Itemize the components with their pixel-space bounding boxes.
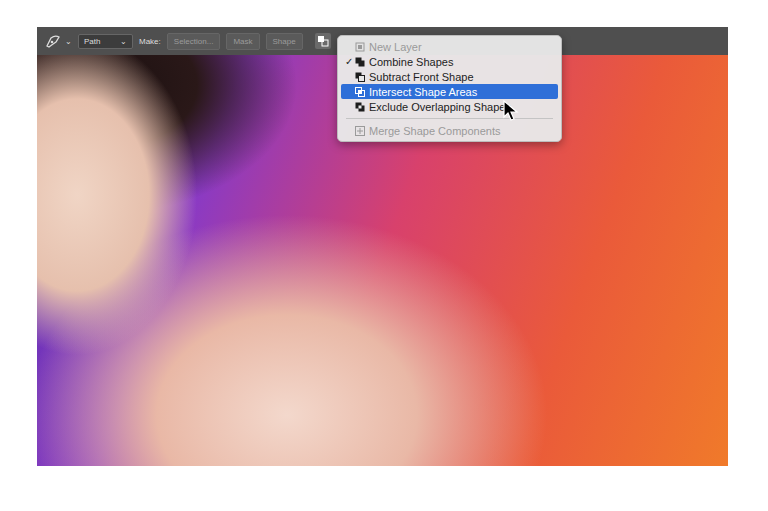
menu-item[interactable]: Exclude Overlapping Shapes <box>341 99 558 114</box>
make-button: Mask <box>226 33 259 50</box>
path-operations-button[interactable] <box>315 33 331 49</box>
mode-arrow: ⌄ <box>120 37 127 46</box>
shape-operation-icon <box>355 57 365 67</box>
shape-operation-icon <box>355 87 365 97</box>
tool-arrow[interactable]: ⌄ <box>65 37 72 46</box>
path-operations-icon <box>317 35 329 47</box>
check-mark: ✓ <box>345 56 355 67</box>
mouse-cursor-icon <box>503 100 519 122</box>
menu-item: New Layer <box>341 39 558 54</box>
mode-value: Path <box>84 37 100 46</box>
shape-operation-icon <box>355 126 365 136</box>
menu-item-label: Combine Shapes <box>369 56 453 68</box>
shape-operation-icon <box>355 72 365 82</box>
pen-icon <box>45 34 61 48</box>
menu-item-label: New Layer <box>369 41 422 53</box>
path-operations-menu: New Layer ✓ Combine Shapes Subtract Front S… <box>337 35 562 142</box>
make-label: Make: <box>139 37 161 46</box>
menu-separator <box>346 118 553 119</box>
tool-preset[interactable]: ⌄ <box>45 34 72 48</box>
menu-item[interactable]: Intersect Shape Areas <box>341 84 558 99</box>
menu-item-label: Merge Shape Components <box>369 125 500 137</box>
make-button: Selection... <box>167 33 221 50</box>
photoshop-window: ⌄ Path ⌄ Make: Selection... Mask Shape New Lay… <box>37 27 728 466</box>
shape-operation-icon <box>355 102 365 112</box>
menu-item-label: Exclude Overlapping Shapes <box>369 101 511 113</box>
menu-item-label: Intersect Shape Areas <box>369 86 477 98</box>
menu-item-label: Subtract Front Shape <box>369 71 474 83</box>
make-button: Shape <box>266 33 303 50</box>
menu-item[interactable]: Subtract Front Shape <box>341 69 558 84</box>
shape-operation-icon <box>355 42 365 52</box>
menu-item[interactable]: ✓ Combine Shapes <box>341 54 558 69</box>
menu-item: Merge Shape Components <box>341 123 558 138</box>
mode-dropdown[interactable]: Path ⌄ <box>78 34 133 49</box>
